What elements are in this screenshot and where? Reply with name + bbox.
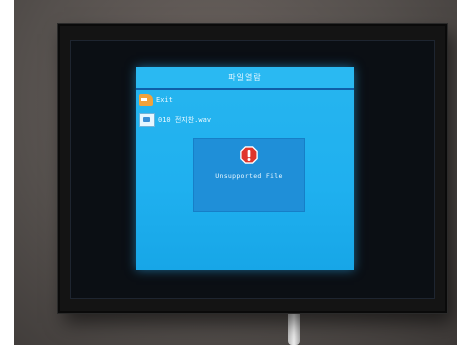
list-item-file[interactable]: 010 전지찬.wav xyxy=(139,113,211,127)
dialog-message: Unsupported File xyxy=(215,172,283,180)
stop-icon xyxy=(240,146,258,164)
list-item-exit[interactable]: Exit xyxy=(139,93,173,107)
error-dialog: Unsupported File xyxy=(193,138,305,212)
file-icon xyxy=(139,113,155,127)
list-item-label: 010 전지찬.wav xyxy=(158,116,212,124)
back-arrow-icon xyxy=(139,94,153,106)
window-titlebar: 파일열람 xyxy=(136,67,354,90)
display-screen: 파일열람 Exit 010 전지찬.wav Unsupported File xyxy=(136,67,354,270)
list-item-label: Exit xyxy=(156,96,173,104)
window-title: 파일열람 xyxy=(228,73,262,82)
